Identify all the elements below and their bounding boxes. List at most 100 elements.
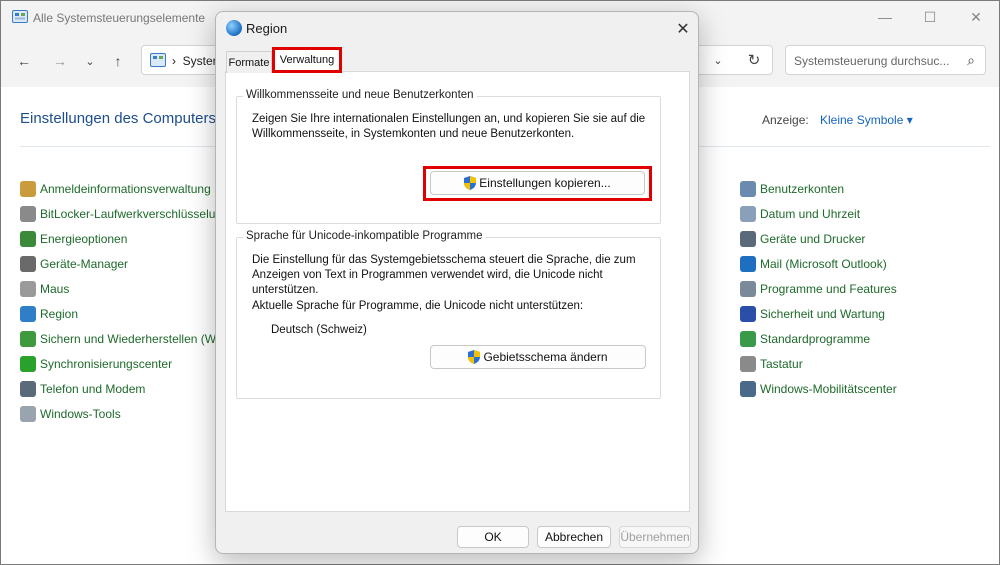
current-language-label: Aktuelle Sprache für Programme, die Unic… [252,300,584,312]
refresh-icon[interactable]: ↻ [743,50,765,70]
control-panel-item[interactable]: Programme und Features [740,276,897,301]
control-panel-item-label: Tastatur [760,356,803,371]
control-panel-item[interactable]: Sichern und Wiederherstellen (Wi [20,326,222,351]
maximize-icon[interactable]: ☐ [920,7,940,27]
change-locale-label: Gebietsschema ändern [483,350,608,364]
up-arrow-icon[interactable]: ↑ [107,51,129,71]
control-panel-item[interactable]: Windows-Tools [20,401,222,426]
globe-icon [226,20,242,36]
clock-icon [740,205,756,222]
control-panel-item[interactable]: Tastatur [740,351,897,376]
control-panel-item[interactable]: Region [20,301,222,326]
keyboard-icon [740,355,756,372]
search-icon[interactable]: ⌕ [967,52,975,69]
control-panel-item-label: Windows-Tools [40,406,121,421]
control-panel-item[interactable]: Geräte und Drucker [740,226,897,251]
tab-panel-administrative: Willkommensseite und neue Benutzerkonten… [225,71,690,512]
control-panel-item-label: Mail (Microsoft Outlook) [760,256,887,271]
printer-icon [740,230,756,247]
change-locale-button[interactable]: Gebietsschema ändern [430,345,646,369]
control-panel-item-label: Energieoptionen [40,231,128,246]
control-panel-icon [150,53,166,67]
address-text: Syster [182,54,217,68]
control-panel-item[interactable]: Maus [20,276,222,301]
close-window-icon[interactable]: ✕ [966,7,986,27]
group-unicode-programs: Sprache für Unicode-inkompatible Program… [236,230,661,399]
control-panel-item-label: Datum und Uhrzeit [760,206,861,221]
control-panel-item-label: BitLocker-Laufwerkverschlüsselun [40,206,223,221]
dialog-title: Region [246,21,288,36]
address-path: › Syster [172,54,217,68]
view-mode-select[interactable]: Kleine Symbole ▾ [820,113,913,127]
tab-formats[interactable]: Formate [226,51,272,73]
control-panel-item[interactable]: Datum und Uhrzeit [740,201,897,226]
right-item-list: Benutzerkonten Datum und Uhrzeit Geräte un… [740,176,897,401]
power-icon [20,230,36,247]
control-panel-item-label: Sichern und Wiederherstellen (Wi [40,331,219,346]
flag-icon [740,305,756,322]
control-panel-item-label: Windows-Mobilitätscenter [760,381,897,396]
control-panel-item[interactable]: Benutzerkonten [740,176,897,201]
control-panel-item-label: Sicherheit und Wartung [760,306,885,321]
bitlocker-icon [20,205,36,222]
ok-button[interactable]: OK [457,526,529,548]
address-dropdown-icon[interactable]: ⌄ [707,50,729,70]
credential-icon [20,180,36,197]
control-panel-item-label: Telefon und Modem [40,381,146,396]
forward-arrow-icon[interactable]: → [49,51,71,71]
device-manager-icon [20,255,36,272]
apply-button[interactable]: Übernehmen [619,526,691,548]
group-title: Willkommensseite und neue Benutzerkonten [243,89,477,101]
control-panel-item-label: Region [40,306,79,321]
back-arrow-icon[interactable]: ← [13,51,35,71]
uac-shield-icon [468,350,481,364]
view-label: Anzeige: [762,113,809,127]
control-panel-item[interactable]: Telefon und Modem [20,376,222,401]
minimize-icon[interactable]: — [875,7,895,27]
control-panel-item[interactable]: Synchronisierungscenter [20,351,222,376]
control-panel-item-label: Anmeldeinformationsverwaltung [40,181,211,196]
tab-administrative[interactable]: Verwaltung [272,47,342,73]
control-panel-item-label: Geräte-Manager [40,256,129,271]
backup-icon [20,330,36,347]
search-placeholder: Systemsteuerung durchsuc... [794,54,950,68]
window-title: Alle Systemsteuerungselemente [33,11,206,25]
control-panel-item[interactable]: Windows-Mobilitätscenter [740,376,897,401]
page-heading: Einstellungen des Computers [20,110,216,127]
control-panel-item-label: Geräte und Drucker [760,231,866,246]
control-panel-item-label: Maus [40,281,70,296]
region-icon [20,305,36,322]
recent-locations-chevron-icon[interactable]: ⌄ [79,51,101,71]
highlight-frame [423,166,652,201]
control-panel-item[interactable]: Sicherheit und Wartung [740,301,897,326]
sync-icon [20,355,36,372]
default-programs-icon [740,330,756,347]
cancel-button[interactable]: Abbrechen [537,526,611,548]
control-panel-item[interactable]: Anmeldeinformationsverwaltung [20,176,222,201]
group-title: Sprache für Unicode-inkompatible Program… [243,230,486,242]
control-panel-item[interactable]: BitLocker-Laufwerkverschlüsselun [20,201,222,226]
phone-icon [20,380,36,397]
control-panel-item[interactable]: Geräte-Manager [20,251,222,276]
control-panel-item-label: Synchronisierungscenter [40,356,173,371]
mobility-icon [740,380,756,397]
control-panel-item-label: Standardprogramme [760,331,871,346]
region-dialog: Region ✕ Willkommensseite und neue Benut… [215,11,699,554]
control-panel-item[interactable]: Mail (Microsoft Outlook) [740,251,897,276]
left-item-list: Anmeldeinformationsverwaltung BitLocker-L… [20,176,222,426]
mouse-icon [20,280,36,297]
user-accounts-icon [740,180,756,197]
current-language-value: Deutsch (Schweiz) [271,324,367,336]
group-description: Die Einstellung für das Systemgebietssch… [252,254,636,296]
control-panel-item[interactable]: Energieoptionen [20,226,222,251]
control-panel-item[interactable]: Standardprogramme [740,326,897,351]
control-panel-item-label: Benutzerkonten [760,181,845,196]
mail-icon [740,255,756,272]
search-box[interactable]: Systemsteuerung durchsuc... ⌕ [785,45,986,75]
group-description: Zeigen Sie Ihre internationalen Einstell… [252,113,646,140]
close-icon[interactable]: ✕ [672,18,694,40]
group-welcome-screen: Willkommensseite und neue Benutzerkonten… [236,89,661,224]
control-panel-item-label: Programme und Features [760,281,897,296]
programs-icon [740,280,756,297]
tools-icon [20,405,36,422]
